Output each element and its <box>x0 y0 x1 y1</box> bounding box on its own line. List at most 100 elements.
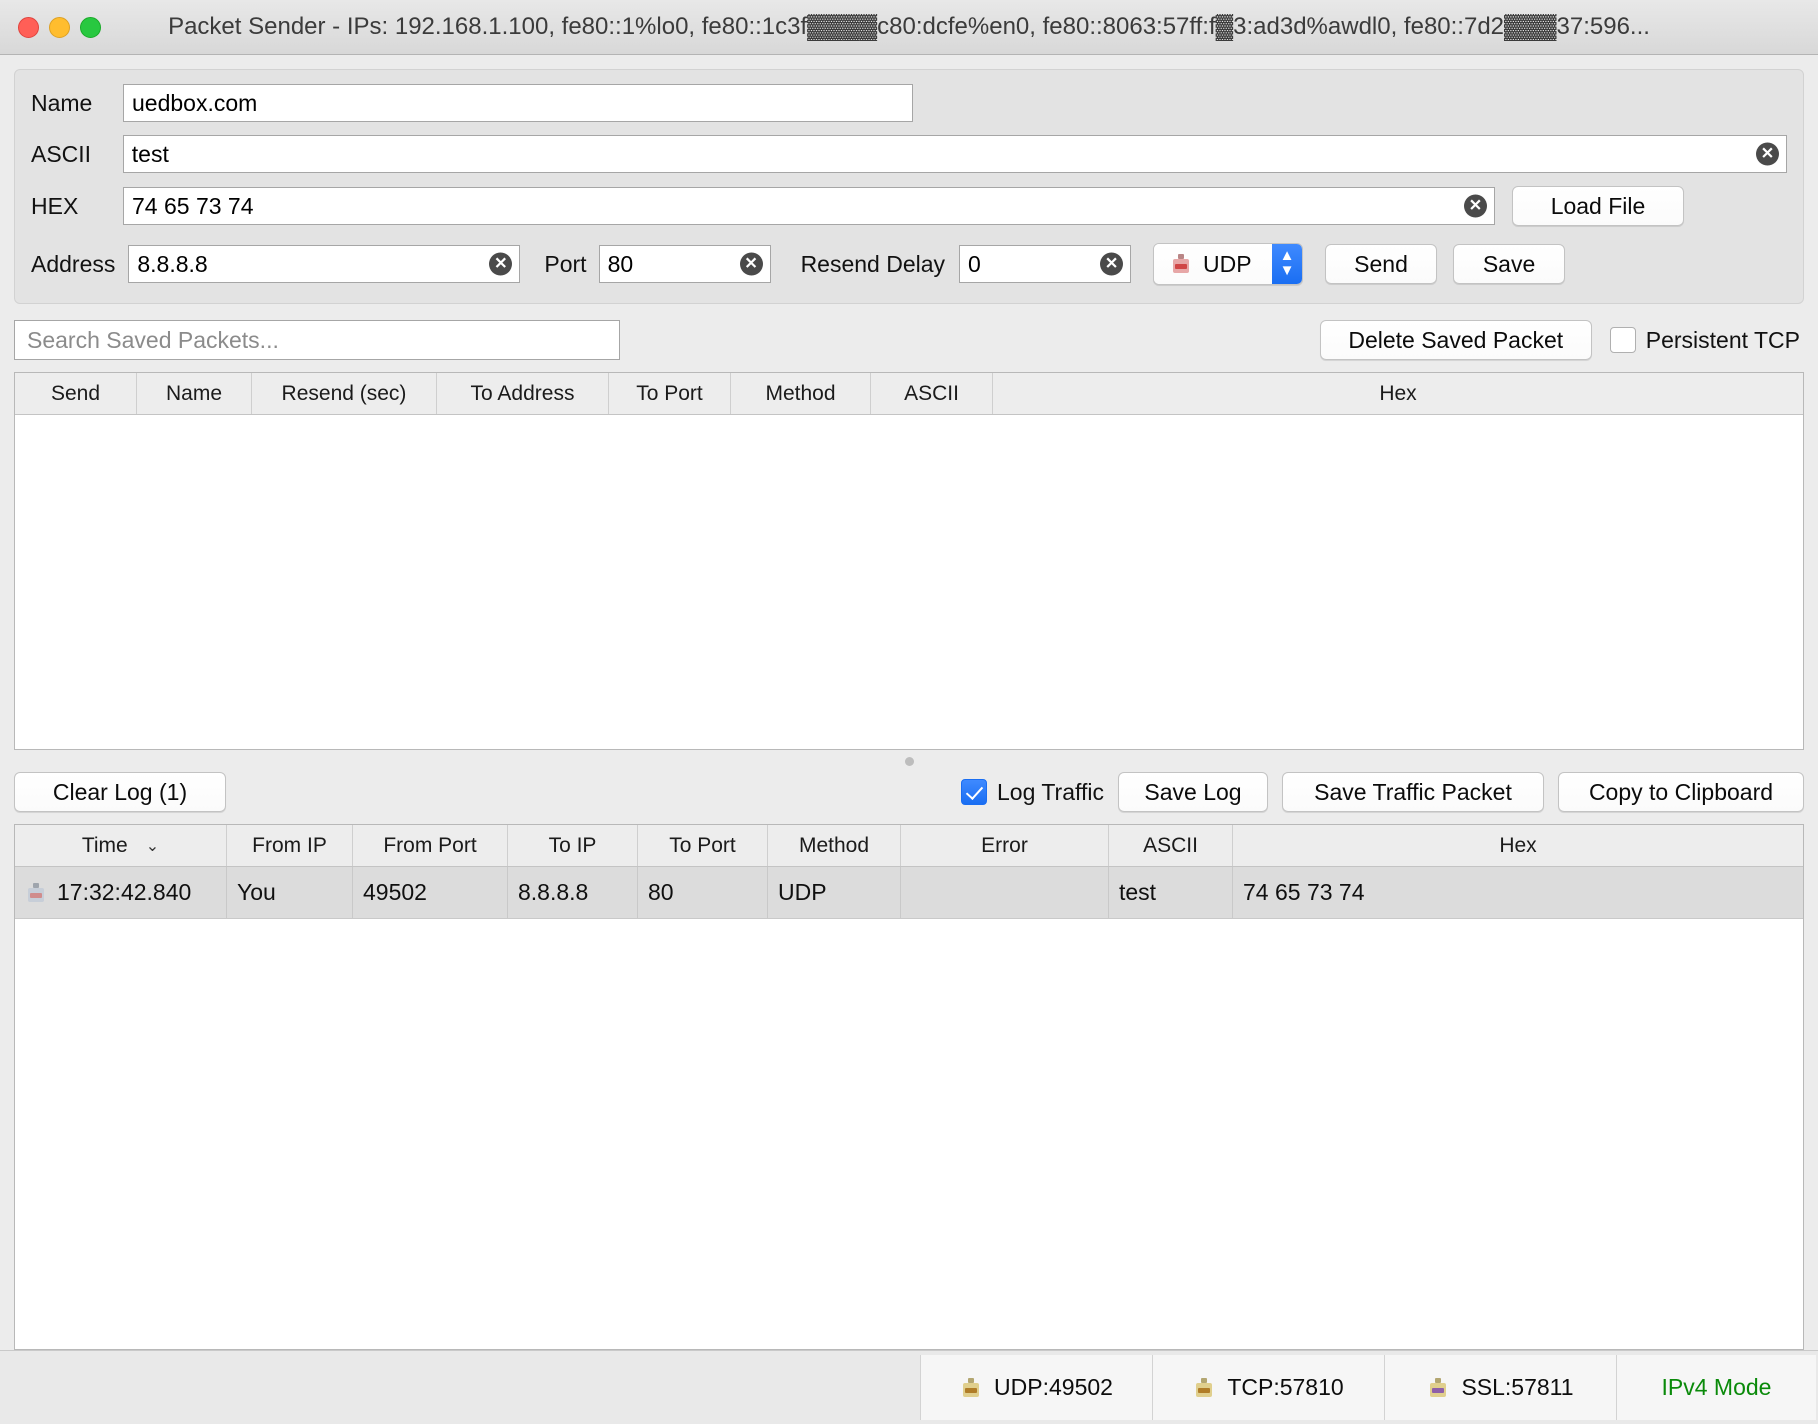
cell-time: 17:32:42.840 <box>15 867 227 918</box>
status-ssl-port[interactable]: SSL:57811 <box>1384 1355 1616 1420</box>
cell-error <box>901 867 1109 918</box>
search-saved-packets-field[interactable] <box>14 320 620 360</box>
col-ascii[interactable]: ASCII <box>871 373 993 414</box>
chevron-down-icon: ▼ <box>1279 262 1295 279</box>
saved-packets-header: Send Name Resend (sec) To Address To Por… <box>15 373 1803 415</box>
col-error[interactable]: Error <box>901 825 1109 866</box>
load-file-button[interactable]: Load File <box>1512 186 1684 226</box>
clear-ascii-icon[interactable]: ✕ <box>1756 142 1779 166</box>
status-ssl-label: SSL:57811 <box>1461 1374 1574 1400</box>
save-log-button[interactable]: Save Log <box>1118 772 1268 812</box>
resend-delay-field-wrap[interactable]: ✕ <box>959 245 1132 283</box>
table-row[interactable]: 17:32:42.840 You 49502 8.8.8.8 80 UDP te… <box>15 867 1803 919</box>
traffic-log-body[interactable]: 17:32:42.840 You 49502 8.8.8.8 80 UDP te… <box>15 867 1803 1349</box>
col-hex-2[interactable]: Hex <box>1233 825 1803 866</box>
log-traffic-checkbox[interactable]: Log Traffic <box>961 779 1104 806</box>
status-udp-port[interactable]: UDP:49502 <box>920 1355 1152 1420</box>
log-traffic-checkbox-box[interactable] <box>961 779 988 805</box>
udp-packet-icon <box>960 1377 982 1399</box>
port-label: Port <box>544 250 587 277</box>
col-resend-sec[interactable]: Resend (sec) <box>252 373 437 414</box>
col-to-ip[interactable]: To IP <box>508 825 638 866</box>
delete-saved-packet-button[interactable]: Delete Saved Packet <box>1319 320 1592 360</box>
address-row: Address ✕ Port ✕ Resend Delay ✕ UDP <box>31 243 1787 285</box>
ascii-field-wrap[interactable]: ✕ <box>122 135 1787 173</box>
protocol-select-value: UDP <box>1203 250 1252 277</box>
cell-from-ip: You <box>227 867 353 918</box>
saved-packets-table: Send Name Resend (sec) To Address To Por… <box>14 372 1804 750</box>
protocol-select-value-wrap[interactable]: UDP <box>1154 244 1273 284</box>
status-udp-label: UDP:49502 <box>994 1374 1113 1400</box>
col-to-port-2[interactable]: To Port <box>638 825 768 866</box>
port-field-wrap[interactable]: ✕ <box>598 245 771 283</box>
name-field-wrap[interactable] <box>123 84 913 122</box>
saved-packets-body[interactable] <box>15 415 1803 749</box>
cell-from-port: 49502 <box>353 867 508 918</box>
col-method-2[interactable]: Method <box>768 825 901 866</box>
udp-packet-icon <box>25 882 47 904</box>
panel-splitter[interactable] <box>0 750 1818 772</box>
name-input[interactable] <box>132 85 904 121</box>
cell-to-port: 80 <box>638 867 768 918</box>
clear-hex-icon[interactable]: ✕ <box>1464 194 1487 218</box>
send-button[interactable]: Send <box>1325 244 1438 284</box>
col-time-label: Time <box>81 833 128 857</box>
save-button[interactable]: Save <box>1453 244 1566 284</box>
resend-delay-input[interactable] <box>968 246 1123 282</box>
col-time[interactable]: Time ⌄ <box>15 825 227 866</box>
hex-field-wrap[interactable]: ✕ <box>123 187 1495 225</box>
name-row: Name <box>31 84 1787 122</box>
status-ip-mode[interactable]: IPv4 Mode <box>1616 1355 1816 1420</box>
protocol-select-stepper-icon[interactable]: ▲ ▼ <box>1272 244 1303 284</box>
col-from-ip[interactable]: From IP <box>227 825 353 866</box>
status-bar: UDP:49502 TCP:57810 SSL:57811 IPv4 Mode <box>0 1350 1818 1424</box>
protocol-select[interactable]: UDP ▲ ▼ <box>1153 243 1304 285</box>
clear-port-icon[interactable]: ✕ <box>739 252 763 276</box>
address-label: Address <box>31 250 116 277</box>
search-input[interactable] <box>25 325 609 355</box>
ssl-packet-icon <box>1427 1377 1449 1399</box>
copy-to-clipboard-button[interactable]: Copy to Clipboard <box>1558 772 1804 812</box>
persistent-tcp-checkbox-box[interactable] <box>1609 327 1636 353</box>
cell-hex: 74 65 73 74 <box>1243 879 1365 905</box>
packet-sender-window: Packet Sender - IPs: 192.168.1.100, fe80… <box>0 0 1818 1424</box>
col-to-port[interactable]: To Port <box>609 373 731 414</box>
col-from-port[interactable]: From Port <box>353 825 508 866</box>
col-send[interactable]: Send <box>15 373 137 414</box>
clear-address-icon[interactable]: ✕ <box>489 252 513 276</box>
col-to-address[interactable]: To Address <box>437 373 609 414</box>
ascii-row: ASCII ✕ <box>31 135 1787 173</box>
splitter-handle-icon <box>904 756 914 766</box>
hex-input[interactable] <box>132 188 1486 224</box>
col-name[interactable]: Name <box>137 373 252 414</box>
clear-log-button[interactable]: Clear Log (1) <box>14 772 226 812</box>
hex-row: HEX ✕ Load File <box>31 186 1787 226</box>
save-traffic-packet-button[interactable]: Save Traffic Packet <box>1282 772 1544 812</box>
cell-ascii: test <box>1109 867 1233 918</box>
udp-packet-icon <box>1170 253 1192 275</box>
log-traffic-label: Log Traffic <box>997 778 1104 805</box>
address-input[interactable] <box>137 246 512 282</box>
ascii-label: ASCII <box>31 140 92 167</box>
status-tcp-port[interactable]: TCP:57810 <box>1152 1355 1384 1420</box>
status-tcp-label: TCP:57810 <box>1227 1374 1344 1400</box>
persistent-tcp-label: Persistent TCP <box>1645 326 1800 353</box>
traffic-log-header: Time ⌄ From IP From Port To IP To Port M… <box>15 825 1803 867</box>
persistent-tcp-checkbox[interactable]: Persistent TCP <box>1609 326 1800 354</box>
port-input[interactable] <box>607 246 762 282</box>
name-label: Name <box>31 89 93 116</box>
saved-packets-toolbar: Delete Saved Packet Persistent TCP <box>0 304 1818 372</box>
resend-delay-label: Resend Delay <box>800 250 946 277</box>
chevron-down-icon: ⌄ <box>145 837 160 855</box>
col-hex[interactable]: Hex <box>993 373 1803 414</box>
window-title: Packet Sender - IPs: 192.168.1.100, fe80… <box>168 13 1650 40</box>
cell-method: UDP <box>768 867 901 918</box>
tcp-packet-icon <box>1193 1377 1215 1399</box>
clear-resend-icon[interactable]: ✕ <box>1100 252 1124 276</box>
ascii-input[interactable] <box>131 136 1778 172</box>
window-titlebar: Packet Sender - IPs: 192.168.1.100, fe80… <box>0 0 1818 55</box>
col-method[interactable]: Method <box>731 373 871 414</box>
address-field-wrap[interactable]: ✕ <box>128 245 521 283</box>
log-toolbar: Clear Log (1) Log Traffic Save Log Save … <box>0 772 1818 824</box>
col-ascii-2[interactable]: ASCII <box>1109 825 1233 866</box>
